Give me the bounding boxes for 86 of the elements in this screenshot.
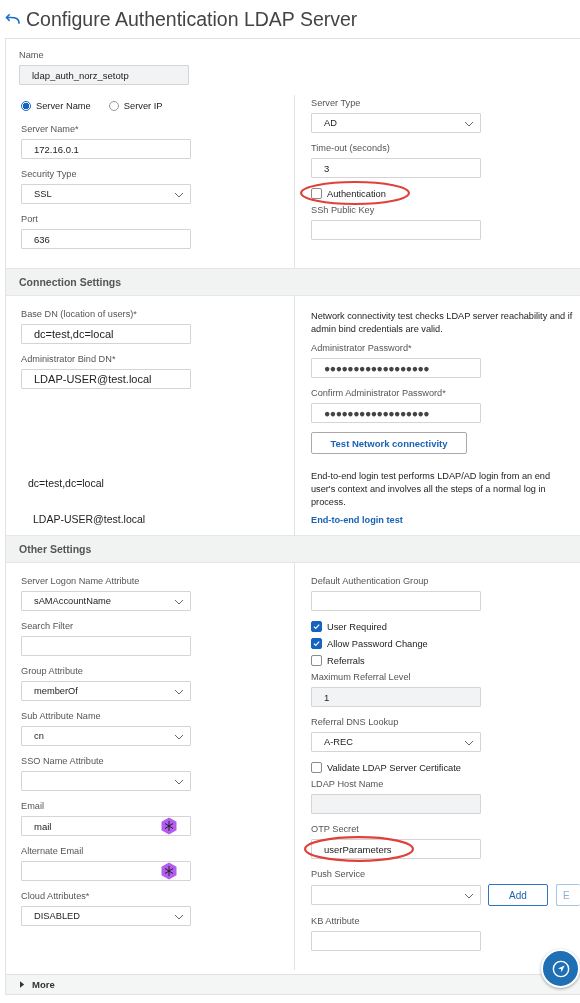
checkbox[interactable] [311, 762, 322, 773]
field-label: Name [19, 49, 45, 61]
checkbox-label: Validate LDAP Server Certificate [327, 762, 461, 773]
field-label: Maximum Referral Level [311, 671, 412, 683]
dropdown[interactable]: sAMAccountName [21, 591, 191, 611]
checkbox[interactable] [311, 188, 322, 199]
input-field[interactable] [21, 636, 191, 656]
radio-label: Server Name [36, 101, 91, 111]
radio-label: Server IP [123, 101, 163, 111]
chevron-icon [464, 893, 474, 899]
input-field[interactable]: 636 [21, 229, 191, 249]
input-field[interactable] [21, 861, 191, 881]
chevron-icon [174, 914, 184, 920]
field-label: Sub Attribute Name [21, 710, 102, 722]
field-label: Cloud Attributes* [21, 890, 91, 902]
radio-button[interactable] [21, 101, 31, 111]
test-link[interactable]: End-to-end login test [311, 515, 403, 525]
checkbox-label: Referrals [327, 655, 365, 666]
section-header: Connection Settings [6, 268, 580, 296]
field-label: OTP Secret [311, 823, 360, 835]
checkbox[interactable] [311, 621, 322, 632]
dropdown[interactable]: memberOf [21, 681, 191, 701]
chevron-icon [174, 192, 184, 198]
field-label: Server Logon Name Attribute [21, 575, 141, 587]
checkbox-label: User Required [327, 621, 387, 632]
pasted-text: dc=test,dc=local [27, 477, 104, 489]
chevron-icon [174, 734, 184, 740]
input-field[interactable] [311, 591, 481, 611]
dropdown[interactable]: AD [311, 113, 481, 133]
field-label: Default Authentication Group [311, 575, 430, 587]
field-label: Administrator Password* [311, 342, 413, 354]
chevron-icon [464, 121, 474, 127]
test-button[interactable]: Test Network connectivity [311, 432, 467, 454]
input-field[interactable]: dc=test,dc=local [21, 324, 191, 344]
field-label: KB Attribute [311, 915, 361, 927]
field-label: Referral DNS Lookup [311, 716, 400, 728]
more-toggle[interactable]: More [6, 974, 580, 995]
chevron-icon [174, 689, 184, 695]
chevron-icon [174, 599, 184, 605]
field-label: Server Name* [21, 123, 80, 135]
password-field[interactable]: ●●●●●●●●●●●●●●●●●● [311, 403, 481, 423]
input-field[interactable] [311, 931, 481, 951]
dropdown[interactable]: SSL [21, 184, 191, 204]
input-field[interactable] [311, 220, 481, 240]
field-label: Base DN (location of users)* [21, 308, 138, 320]
field-label: Time-out (seconds) [311, 142, 391, 154]
readonly-field: ldap_auth_norz_setotp [19, 65, 189, 85]
dropdown[interactable]: cn [21, 726, 191, 746]
checkbox[interactable] [311, 655, 322, 666]
field-label: LDAP Host Name [311, 778, 385, 790]
checkbox-label: Authentication [327, 188, 386, 199]
checkbox-label: Allow Password Change [327, 638, 428, 649]
input-field[interactable]: userParameters [311, 839, 481, 859]
input-field[interactable]: mail [21, 816, 191, 836]
help-text: Network connectivity test checks LDAP server reachability and if admin bind credentials are valid. [311, 310, 573, 336]
input-field[interactable]: 3 [311, 158, 481, 178]
field-label: SSh Public Key [311, 204, 376, 216]
field-label: Confirm Administrator Password* [311, 387, 447, 399]
field-label: Server Type [311, 97, 362, 109]
field-label: Search Filter [21, 620, 75, 632]
field-label: Security Type [21, 168, 78, 180]
hexagon-icon[interactable] [161, 817, 177, 835]
checkbox[interactable] [311, 638, 322, 649]
field-label: Push Service [311, 868, 367, 880]
help-text: End-to-end login test performs LDAP/AD login from an end user's context and involves all the steps of a normal log in process. [311, 470, 551, 509]
page-title: Configure Authentication LDAP Server [26, 7, 358, 31]
compass-icon [551, 959, 570, 978]
input-field[interactable]: LDAP-USER@test.local [21, 369, 191, 389]
field-label: Administrator Bind DN* [21, 353, 117, 365]
field-label: SSO Name Attribute [21, 755, 105, 767]
pasted-text: LDAP-USER@test.local [32, 513, 146, 525]
readonly-field: 1 [311, 687, 481, 707]
chevron-icon [464, 740, 474, 746]
password-field[interactable]: ●●●●●●●●●●●●●●●●●● [311, 358, 481, 378]
action-button[interactable]: Add [488, 884, 548, 906]
field-label: Email [21, 800, 45, 812]
dropdown[interactable]: DISABLED [21, 906, 191, 926]
chevron-icon [174, 779, 184, 785]
section-header: Other Settings [6, 535, 580, 563]
field-label: Port [21, 213, 39, 225]
dropdown[interactable]: A-REC [311, 732, 481, 752]
field-label: Alternate Email [21, 845, 85, 857]
input-field[interactable]: 172.16.0.1 [21, 139, 191, 159]
back-icon[interactable] [5, 13, 20, 25]
field-label: Group Attribute [21, 665, 84, 677]
hexagon-icon[interactable] [161, 862, 177, 880]
